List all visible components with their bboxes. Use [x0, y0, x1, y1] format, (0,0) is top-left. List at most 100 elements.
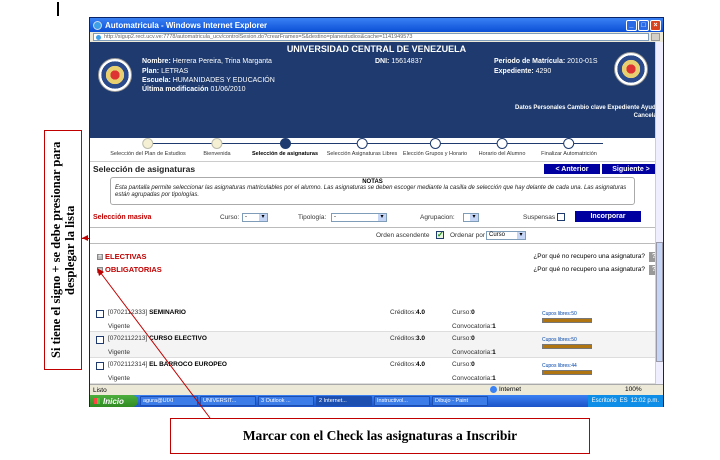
course-credits: Créditos:4.0 [390, 309, 426, 316]
wizard-step: Finalizar Automatrición [541, 138, 597, 157]
step-circle-icon [356, 138, 368, 149]
course-year: Curso:0 [452, 361, 475, 368]
course-checkbox[interactable] [96, 336, 104, 344]
cupos-bar [542, 344, 592, 349]
step-circle-icon [211, 138, 223, 149]
minimize-button[interactable]: _ [626, 19, 637, 31]
notes-box: NOTAS Esta pantalla permite seleccionar … [110, 177, 635, 205]
windows-flag-icon [94, 398, 100, 404]
course-row: [0702112213] CURSO ELECTIVO Vigente Crédit… [90, 332, 655, 358]
curso-select[interactable]: - [242, 213, 268, 222]
incorporar-button[interactable]: Incorporar [575, 211, 641, 222]
text-cursor [57, 2, 59, 16]
step-label: Selección del Plan de Estudios [110, 151, 186, 157]
help-question-link[interactable]: ¿Por qué no recupero una asignatura? [533, 266, 645, 273]
bottom-annotation-box: Marcar con el Check las asignaturas a In… [170, 418, 590, 454]
step-label: Horario del Alumno [478, 151, 526, 157]
wizard-step: Selección Asignaturas Libres [327, 138, 397, 157]
course-cupos: Cupos libres:44 [542, 363, 577, 369]
maximize-button[interactable]: □ [638, 19, 649, 31]
title-bar[interactable]: Automatricula - Windows Internet Explore… [90, 18, 663, 32]
next-button[interactable]: Siguiente > [602, 164, 660, 174]
tray-desktop-label[interactable]: Escritorio [592, 398, 617, 404]
cupos-bar-fill [543, 319, 591, 322]
security-zone: Internet [490, 386, 521, 393]
taskbar-task[interactable]: UNIVERSIT... [200, 396, 256, 406]
step-circle-icon [142, 138, 154, 149]
tipologia-select[interactable]: - [331, 213, 387, 222]
wizard-step: Bienvenida [203, 138, 231, 157]
ascending-label: Orden ascendente [376, 232, 430, 239]
ascending-checkbox[interactable] [436, 230, 444, 239]
user-links[interactable]: Datos Personales Cambio clave Expediente… [515, 104, 659, 120]
sort-by-select[interactable]: Curso [486, 231, 526, 240]
taskbar-task[interactable]: 2 Internet... [316, 396, 372, 406]
curso-label: Curso: [220, 214, 240, 221]
cancel-link[interactable]: Cancelar [515, 112, 659, 120]
taskbar-tasks: agura@UIXI UNIVERSIT... 3 Outlook ... 2 Int… [138, 396, 488, 406]
close-button[interactable]: × [650, 19, 661, 31]
step-circle-icon [279, 138, 291, 149]
status-text: Listo [93, 386, 107, 394]
group-obligatorias[interactable]: − OBLIGATORIAS ¿Por qué no recupero una … [90, 263, 663, 276]
previous-button[interactable]: < Anterior [544, 164, 600, 174]
suspensas-checkbox[interactable] [557, 213, 565, 221]
refresh-icon[interactable] [651, 33, 660, 41]
taskbar-task[interactable]: agura@UIXI [140, 396, 198, 406]
course-name: [0702112333] SEMINARIO [108, 309, 186, 316]
bulk-selection-label: Selección masiva [93, 214, 152, 221]
course-name: [0702112213] CURSO ELECTIVO [108, 335, 207, 342]
wizard-step: Selección de asignaturas [252, 138, 318, 157]
escuela-row: Escuela: HUMANIDADES Y EDUCACIÓN [142, 77, 275, 84]
ie-window: Automatricula - Windows Internet Explore… [89, 17, 664, 407]
user-links-row[interactable]: Datos Personales Cambio clave Expediente… [515, 104, 659, 112]
course-year: Curso:0 [452, 309, 475, 316]
section-header: Selección de asignaturas < Anterior Sigu… [90, 162, 663, 176]
scroll-thumb[interactable] [656, 242, 663, 362]
taskbar-task[interactable]: Dibujo - Paint [432, 396, 488, 406]
course-credits: Créditos:4.0 [390, 361, 426, 368]
agrupacion-select[interactable] [463, 213, 479, 222]
course-year: Curso:0 [452, 335, 475, 342]
page-content: UNIVERSIDAD CENTRAL DE VENEZUELA Nombre:… [90, 42, 663, 384]
group-label[interactable]: OBLIGATORIAS [105, 265, 162, 274]
vertical-scrollbar[interactable] [655, 42, 663, 384]
language-indicator[interactable]: ES [620, 398, 628, 404]
course-row: [0702112333] SEMINARIO Vigente Créditos:4.… [90, 306, 655, 332]
collapse-minus-icon[interactable]: − [97, 266, 103, 273]
cupos-bar-fill [543, 345, 591, 348]
wizard-steps: Selección del Plan de Estudios Bienvenida… [90, 138, 663, 162]
modificacion-row: Última modificación 01/06/2010 [142, 86, 246, 93]
course-cupos: Cupos libres:50 [542, 311, 577, 317]
status-bar: Listo Internet 100% [90, 384, 663, 395]
cupos-bar [542, 318, 592, 323]
university-banner: UNIVERSIDAD CENTRAL DE VENEZUELA Nombre:… [90, 42, 663, 138]
course-credits: Créditos:3.0 [390, 335, 426, 342]
sort-by-label: Ordenar por [450, 232, 486, 239]
side-annotation-text: Si tiene el signo + se debe presionar pa… [49, 141, 77, 359]
step-circle-icon [429, 138, 441, 149]
clock: 12:02 p.m. [630, 398, 659, 404]
course-checkbox[interactable] [96, 310, 104, 318]
ie-icon [93, 20, 102, 30]
step-circle-icon [563, 138, 575, 149]
cupos-bar-fill [543, 371, 591, 374]
nombre-row: Nombre: Herrera Pereira, Trina Marganta [142, 58, 272, 65]
expand-plus-icon[interactable]: + [97, 253, 103, 260]
zoom-level[interactable]: 100% [625, 386, 642, 393]
url-field[interactable]: http://sigup2.rect.ucv.ve:7778/automatri… [93, 33, 649, 41]
group-electivas[interactable]: + ELECTIVAS ¿Por qué no recupero una asi… [90, 250, 663, 263]
taskbar-task[interactable]: Instructivol... [374, 396, 430, 406]
step-label: Elección Grupos y Horario [402, 151, 468, 157]
course-checkbox[interactable] [96, 362, 104, 370]
start-button[interactable]: Inicio [90, 395, 138, 407]
step-circle-icon [496, 138, 508, 149]
help-question-link[interactable]: ¿Por qué no recupero una asignatura? [533, 253, 645, 260]
annotation-arrow-head [82, 235, 88, 241]
taskbar-task[interactable]: 3 Outlook ... [258, 396, 314, 406]
bottom-annotation-text: Marcar con el Check las asignaturas a In… [242, 428, 518, 443]
group-label[interactable]: ELECTIVAS [105, 252, 147, 261]
agrupacion-label: Agrupacion: [420, 214, 455, 221]
address-bar: http://sigup2.rect.ucv.ve:7778/automatri… [90, 32, 663, 42]
course-name: [0702112314] EL BARROCO EUROPEO [108, 361, 227, 368]
